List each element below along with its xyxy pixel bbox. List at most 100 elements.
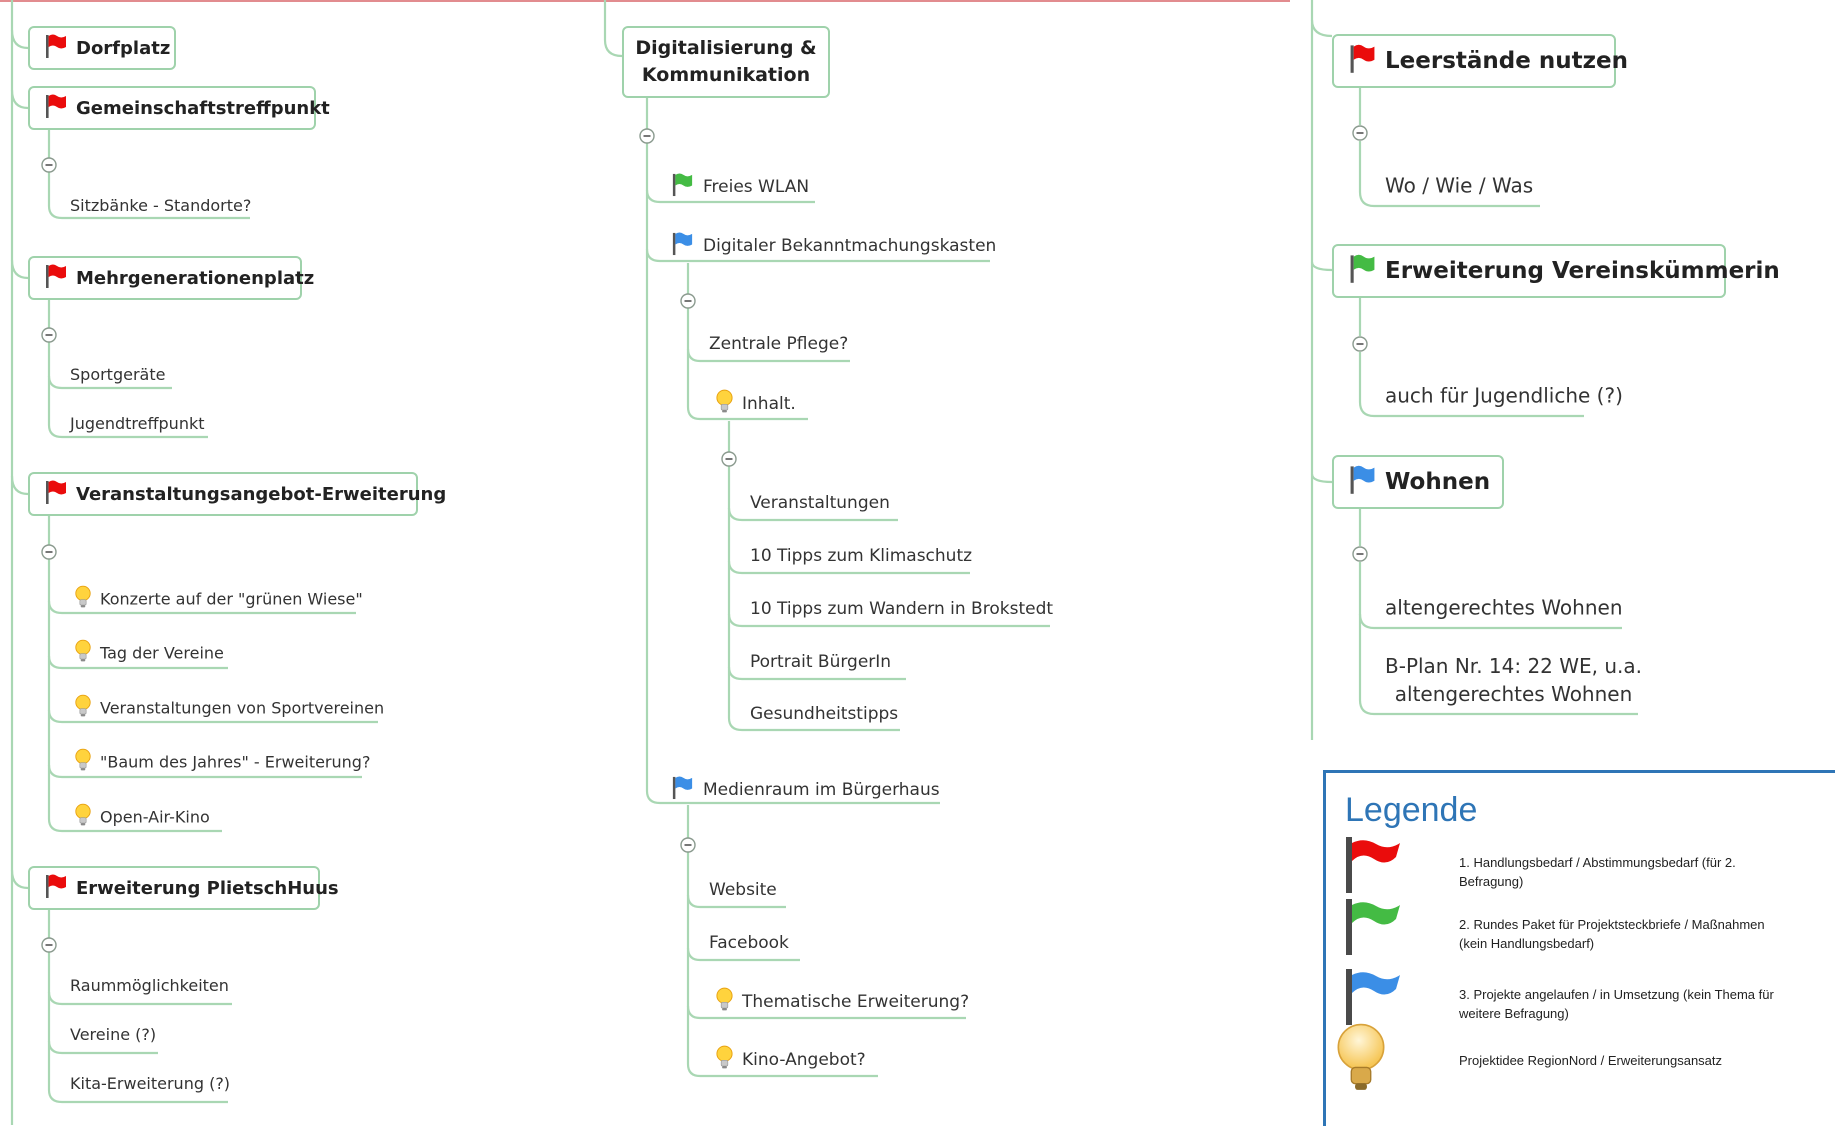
subtopic-veranstaltung-1[interactable]: Tag der Vereine bbox=[74, 638, 224, 668]
red-flag-icon bbox=[44, 263, 68, 294]
legend-item-line-1: 1. Handlungsbedarf / Abstimmungsbedarf (… bbox=[1459, 855, 1736, 870]
legend-item-line-1: 3. Projekte angelaufen / in Umsetzung (k… bbox=[1459, 987, 1774, 1002]
subtopic-kita[interactable]: Kita-Erweiterung (?) bbox=[70, 1073, 230, 1093]
subtopic-facebook[interactable]: Facebook bbox=[709, 933, 789, 953]
subtopic-veranstaltung-0-label: Konzerte auf der "grünen Wiese" bbox=[100, 589, 363, 609]
subtopic-inhalt-2-label: 10 Tipps zum Wandern in Brokstedt bbox=[750, 599, 1054, 619]
subtopic-medienraum-label: Medienraum im Bürgerhaus bbox=[703, 780, 940, 800]
subtopic-inhalt[interactable]: Inhalt. bbox=[715, 388, 796, 420]
subtopic-veranstaltung-4[interactable]: Open-Air-Kino bbox=[74, 802, 210, 832]
topic-leerstaende-label: Leerstände nutzen bbox=[1385, 48, 1628, 74]
subtopic-facebook-label: Facebook bbox=[709, 933, 789, 953]
subtopic-jugendliche-label: auch für Jugendliche (?) bbox=[1385, 383, 1623, 408]
lightbulb-icon bbox=[74, 802, 92, 832]
subtopic-inhalt-label: Inhalt. bbox=[742, 394, 796, 414]
subtopic-kino[interactable]: Kino-Angebot? bbox=[715, 1044, 866, 1076]
subtopic-veranstaltung-2[interactable]: Veranstaltungen von Sportvereinen bbox=[74, 693, 384, 723]
subtopic-veranstaltung-3[interactable]: "Baum des Jahres" - Erweiterung? bbox=[74, 747, 370, 777]
subtopic-wo-wie-was-label: Wo / Wie / Was bbox=[1385, 173, 1534, 198]
subtopic-bekanntmachungskasten-label: Digitaler Bekanntmachungskasten bbox=[703, 236, 997, 256]
red-flag-icon bbox=[44, 873, 68, 904]
subtopic-jugendliche[interactable]: auch für Jugendliche (?) bbox=[1385, 382, 1623, 408]
subtopic-veranstaltung-2-label: Veranstaltungen von Sportvereinen bbox=[100, 698, 385, 718]
subtopic-inhalt-0-label: Veranstaltungen bbox=[750, 493, 890, 513]
subtopic-thematische[interactable]: Thematische Erweiterung? bbox=[715, 986, 969, 1018]
topic-wohnen[interactable]: Wohnen bbox=[1332, 455, 1504, 509]
legend-item-text: 1. Handlungsbedarf / Abstimmungsbedarf (… bbox=[1459, 853, 1819, 891]
blue-flag-icon bbox=[670, 231, 695, 261]
lightbulb-icon bbox=[715, 1044, 734, 1076]
subtopic-zentrale-pflege[interactable]: Zentrale Pflege? bbox=[709, 334, 848, 354]
blue-flag-icon bbox=[670, 775, 695, 805]
subtopic-veranstaltung-4-label: Open-Air-Kino bbox=[100, 807, 210, 827]
blue-flag-icon bbox=[1344, 969, 1402, 1029]
subtopic-wo-wie-was[interactable]: Wo / Wie / Was bbox=[1385, 172, 1533, 198]
subtopic-raummoeglichkeiten-label: Raummöglichkeiten bbox=[70, 976, 229, 995]
subtopic-inhalt-3-label: Portrait BürgerIn bbox=[750, 652, 892, 672]
subtopic-sportgeraete[interactable]: Sportgeräte bbox=[70, 364, 165, 384]
legend-item-line-1: Projektidee RegionNord / Erweiterungsans… bbox=[1459, 1053, 1723, 1068]
green-flag-icon bbox=[1348, 253, 1377, 290]
subtopic-inhalt-2[interactable]: 10 Tipps zum Wandern in Brokstedt bbox=[750, 599, 1053, 619]
subtopic-freies-wlan[interactable]: Freies WLAN bbox=[670, 172, 809, 202]
topic-gemeinschaftstreffpunkt-label: Gemeinschaftstreffpunkt bbox=[76, 97, 330, 119]
topic-digitalisierung-line-2: Kommunikation bbox=[641, 64, 811, 86]
subtopic-bplan-line-1: B-Plan Nr. 14: 22 WE, u.a. bbox=[1385, 654, 1643, 678]
subtopic-altengerecht-label: altengerechtes Wohnen bbox=[1385, 595, 1623, 620]
subtopic-kino-label: Kino-Angebot? bbox=[742, 1050, 866, 1070]
subtopic-inhalt-1[interactable]: 10 Tipps zum Klimaschutz bbox=[750, 546, 972, 566]
lightbulb-icon bbox=[74, 638, 92, 668]
topic-dorfplatz[interactable]: Dorfplatz bbox=[28, 26, 176, 70]
subtopic-bplan[interactable]: B-Plan Nr. 14: 22 WE, u.a. altengerechtes… bbox=[1385, 652, 1642, 708]
subtopic-website-label: Website bbox=[709, 880, 777, 900]
topic-plietschhuus[interactable]: Erweiterung PlietschHuus bbox=[28, 866, 339, 910]
topic-vereinskuemmerin-label: Erweiterung Vereinskümmerin bbox=[1385, 258, 1780, 284]
subtopic-vereine-label: Vereine (?) bbox=[70, 1025, 157, 1044]
legend-item-line-2: Befragung) bbox=[1459, 874, 1524, 889]
blue-flag-icon bbox=[1348, 464, 1377, 501]
topic-digitalisierung-line-1: Digitalisierung & bbox=[635, 37, 817, 59]
subtopic-jugendtreffpunkt-label: Jugendtreffpunkt bbox=[70, 414, 205, 433]
green-flag-icon bbox=[670, 172, 695, 202]
subtopic-vereine[interactable]: Vereine (?) bbox=[70, 1024, 156, 1044]
subtopic-sitzbaenke-label: Sitzbänke - Standorte? bbox=[70, 196, 252, 215]
topic-mehrgenerationenplatz[interactable]: Mehrgenerationenplatz bbox=[28, 256, 314, 300]
legend-title: Legende bbox=[1345, 791, 1478, 829]
topic-wohnen-label: Wohnen bbox=[1385, 469, 1491, 495]
green-flag-icon bbox=[1344, 899, 1402, 959]
topic-gemeinschaftstreffpunkt[interactable]: Gemeinschaftstreffpunkt bbox=[28, 86, 330, 130]
topic-veranstaltungsangebot[interactable]: Veranstaltungsangebot-Erweiterung bbox=[28, 472, 446, 516]
lightbulb-icon bbox=[1334, 1021, 1388, 1099]
legend-item-line-2: weitere Befragung) bbox=[1459, 1006, 1569, 1021]
subtopic-bplan-line-2: altengerechtes Wohnen bbox=[1394, 682, 1633, 706]
subtopic-jugendtreffpunkt[interactable]: Jugendtreffpunkt bbox=[70, 413, 205, 433]
subtopic-website[interactable]: Website bbox=[709, 880, 777, 900]
subtopic-altengerecht[interactable]: altengerechtes Wohnen bbox=[1385, 594, 1623, 620]
lightbulb-icon bbox=[74, 693, 92, 723]
subtopic-sportgeraete-label: Sportgeräte bbox=[70, 365, 166, 384]
subtopic-veranstaltung-1-label: Tag der Vereine bbox=[100, 643, 224, 663]
subtopic-raummoeglichkeiten[interactable]: Raummöglichkeiten bbox=[70, 975, 229, 995]
topic-mehrgenerationenplatz-label: Mehrgenerationenplatz bbox=[76, 267, 315, 289]
lightbulb-icon bbox=[74, 584, 92, 614]
topic-leerstaende[interactable]: Leerstände nutzen bbox=[1332, 34, 1628, 88]
lightbulb-icon bbox=[715, 986, 734, 1018]
subtopic-medienraum[interactable]: Medienraum im Bürgerhaus bbox=[670, 775, 940, 805]
subtopic-veranstaltung-0[interactable]: Konzerte auf der "grünen Wiese" bbox=[74, 584, 363, 614]
legend-item-text: 2. Rundes Paket für Projektsteckbriefe /… bbox=[1459, 915, 1819, 953]
red-flag-icon bbox=[44, 33, 68, 64]
subtopic-thematische-label: Thematische Erweiterung? bbox=[742, 992, 970, 1012]
topic-vereinskuemmerin[interactable]: Erweiterung Vereinskümmerin bbox=[1332, 244, 1780, 298]
subtopic-inhalt-3[interactable]: Portrait BürgerIn bbox=[750, 652, 891, 672]
subtopic-sitzbaenke[interactable]: Sitzbänke - Standorte? bbox=[70, 195, 251, 215]
lightbulb-icon bbox=[74, 747, 92, 777]
subtopic-inhalt-0[interactable]: Veranstaltungen bbox=[750, 493, 890, 513]
topic-veranstaltungsangebot-label: Veranstaltungsangebot-Erweiterung bbox=[76, 483, 447, 505]
subtopic-inhalt-4-label: Gesundheitstipps bbox=[750, 704, 899, 724]
topic-digitalisierung[interactable]: Digitalisierung & Kommunikation bbox=[622, 26, 830, 98]
red-flag-icon bbox=[44, 479, 68, 510]
subtopic-inhalt-4[interactable]: Gesundheitstipps bbox=[750, 704, 898, 724]
subtopic-bekanntmachungskasten[interactable]: Digitaler Bekanntmachungskasten bbox=[670, 231, 996, 261]
subtopic-freies-wlan-label: Freies WLAN bbox=[703, 177, 810, 197]
legend-item-text: 3. Projekte angelaufen / in Umsetzung (k… bbox=[1459, 985, 1819, 1023]
